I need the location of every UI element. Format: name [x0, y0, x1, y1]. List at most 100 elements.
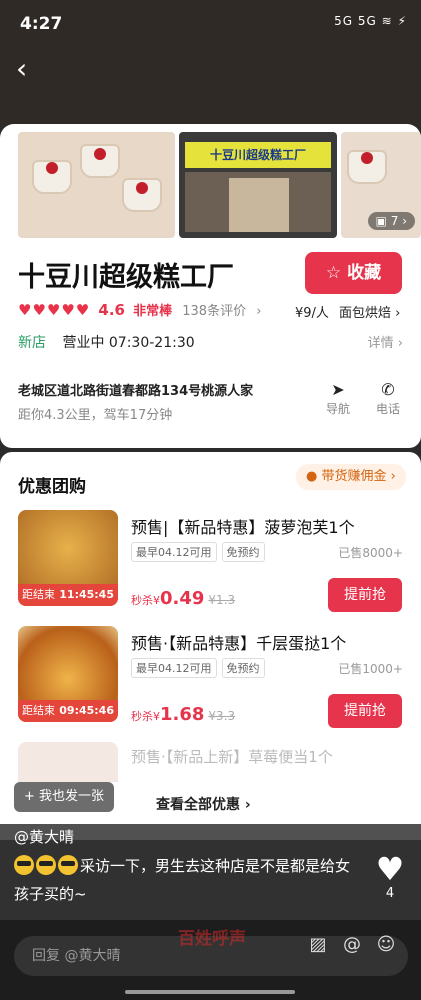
deal-image[interactable]: 距结束 11:45:45 — [18, 510, 118, 606]
image-icon[interactable]: ▨ — [301, 934, 335, 955]
price-prefix: 秒杀¥ — [131, 594, 160, 607]
emoji-icon[interactable]: ☺ — [369, 934, 403, 955]
deal-title[interactable]: 预售|【新品特惠】菠萝泡芙1个 — [131, 514, 355, 538]
store-distance: 距你4.3公里，驾车17分钟 — [18, 408, 173, 423]
deal-tags: 最早04.12可用 免预约 — [131, 542, 270, 562]
store-category[interactable]: 面包烘焙 › — [339, 302, 400, 321]
deals-panel: 优惠团购 ● 带货赚佣金 › 距结束 11:45:45 预售|【新品特惠】菠萝泡… — [0, 452, 421, 840]
post-author[interactable]: @黄大晴 — [14, 826, 74, 847]
rating-score: 4.6 — [98, 301, 125, 319]
deal-price: 秒杀¥1.68 ¥3.3 — [131, 704, 235, 725]
view-all-deals-link[interactable]: 查看全部优惠 › — [156, 794, 251, 814]
navigate-button[interactable]: ➤ 导航 — [318, 380, 358, 417]
countdown-timer: 距结束 11:45:45 — [18, 584, 118, 606]
business-hours: 营业中 07:30-21:30 — [62, 335, 195, 351]
chevron-right-icon: › — [402, 214, 407, 228]
post-photo-button[interactable]: + 我也发一张 — [14, 782, 115, 812]
coin-icon: ● — [306, 469, 318, 484]
original-price: ¥3.3 — [208, 709, 236, 723]
new-store-badge: 新店 — [18, 335, 46, 351]
cake-photo-2[interactable]: ▣ 7 › — [341, 132, 421, 238]
favorite-button[interactable]: ☆ 收藏 — [305, 252, 402, 294]
timer-label: 距结束 — [22, 704, 55, 717]
shop-door — [229, 178, 289, 232]
like-button[interactable]: ♥ 4 — [370, 852, 410, 901]
deal-tag: 最早04.12可用 — [131, 542, 217, 562]
store-address[interactable]: 老城区道北路街道春都路134号桃源人家 — [18, 380, 253, 399]
details-label: 详情 — [367, 336, 394, 351]
deal-price: 秒杀¥0.49 ¥1.3 — [131, 588, 235, 609]
category-label: 面包烘焙 — [339, 306, 392, 321]
rating-word: 非常棒 — [133, 304, 173, 319]
battery-icon: ⚡ — [397, 14, 407, 28]
strawberry — [94, 148, 106, 160]
status-row: 新店 营业中 07:30-21:30 详情 › — [18, 332, 403, 352]
deal-title[interactable]: 预售·【新品特惠】千层蛋挞1个 — [131, 630, 346, 654]
timer-label: 距结束 — [22, 588, 55, 601]
sold-count: 已售8000+ — [338, 546, 403, 560]
details-link[interactable]: 详情 › — [368, 332, 403, 351]
commission-button[interactable]: ● 带货赚佣金 › — [296, 464, 406, 490]
price-prefix: 秒杀¥ — [131, 710, 160, 723]
chevron-right-icon: › — [256, 304, 262, 319]
deal-item[interactable]: 距结束 11:45:45 预售|【新品特惠】菠萝泡芙1个 最早04.12可用 免预… — [0, 510, 421, 620]
signal-battery-icons: 5G 5G ≋ ⚡ — [334, 14, 407, 28]
cake-photo-1[interactable] — [18, 132, 175, 238]
strawberry — [136, 182, 148, 194]
call-button[interactable]: ✆ 电话 — [368, 380, 408, 417]
deal-image — [18, 742, 118, 782]
deal-title[interactable]: 预售·【新品上新】草莓便当1个 — [131, 746, 333, 767]
deal-item-faded[interactable]: 预售·【新品上新】草莓便当1个 — [0, 742, 421, 782]
navigation-arrow-icon: ➤ — [331, 380, 345, 399]
storefront-photo[interactable]: 十豆川超级糕工厂 — [179, 132, 337, 238]
deal-image[interactable]: 距结束 09:45:46 — [18, 626, 118, 722]
timer-value: 11:45:45 — [59, 588, 114, 601]
shop-sign: 十豆川超级糕工厂 — [185, 142, 331, 168]
back-arrow-icon[interactable]: ‹ — [16, 55, 42, 83]
deal-tags: 最早04.12可用 免预约 — [131, 658, 270, 678]
status-time: 4:27 — [20, 14, 63, 34]
sold-count: 已售1000+ — [338, 662, 403, 676]
rating-hearts-icon: ♥♥♥♥♥ — [18, 301, 91, 319]
deal-tag: 最早04.12可用 — [131, 658, 217, 678]
photo-count-badge[interactable]: ▣ 7 › — [367, 212, 415, 230]
status-bar: 4:27 5G 5G ≋ ⚡ — [0, 0, 421, 44]
deal-tag: 免预约 — [221, 542, 265, 562]
rating-row[interactable]: ♥♥♥♥♥ 4.6 非常棒 138条评价 › ¥9/人 面包烘焙 › — [18, 300, 403, 322]
phone-icon: ✆ — [381, 380, 395, 399]
like-count: 4 — [385, 886, 395, 901]
sunglasses-emoji-icon — [58, 855, 78, 875]
reply-icons: ▨ @ ☺ — [301, 934, 403, 955]
photo-carousel[interactable]: 十豆川超级糕工厂 ▣ 7 › — [18, 132, 421, 238]
grab-early-button[interactable]: 提前抢 — [328, 694, 402, 728]
photo-count: 7 — [390, 214, 399, 228]
deals-title: 优惠团购 — [18, 477, 86, 497]
strawberry — [46, 162, 58, 174]
strawberry — [361, 152, 373, 164]
navigate-label: 导航 — [325, 402, 350, 416]
review-count[interactable]: 138条评价 — [182, 304, 246, 319]
image-icon: ▣ — [375, 214, 387, 228]
price-value: 1.68 — [160, 704, 205, 725]
commission-label: 带货赚佣金 — [321, 469, 387, 484]
store-name: 十豆川超级糕工厂 — [18, 262, 234, 293]
sunglasses-emoji-icon — [14, 855, 34, 875]
price-value: 0.49 — [160, 588, 205, 609]
post-overlay: @黄大晴 采访一下，男生去这种店是不是都是给女孩子买的~ ♥ 4 — [0, 824, 421, 920]
page-header: ‹ — [0, 44, 421, 124]
store-info-panel: 十豆川超级糕工厂 ▣ 7 › 十豆川超级糕工厂 ☆ 收藏 ♥♥♥♥♥ 4.6 非… — [0, 124, 421, 448]
wifi-icon: ≋ — [381, 14, 393, 28]
signal-indicators: 5G 5G — [334, 14, 377, 28]
timer-value: 09:45:46 — [59, 704, 114, 717]
home-indicator[interactable] — [125, 990, 295, 994]
sunglasses-emoji-icon — [36, 855, 56, 875]
grab-early-button[interactable]: 提前抢 — [328, 578, 402, 612]
post-caption: 采访一下，男生去这种店是不是都是给女孩子买的~ — [14, 852, 354, 908]
deal-item[interactable]: 距结束 09:45:46 预售·【新品特惠】千层蛋挞1个 最早04.12可用 免预… — [0, 626, 421, 736]
watermark: 百姓呼声 — [178, 929, 246, 949]
heart-icon: ♥ — [375, 850, 405, 888]
price-per-person: ¥9/人 — [295, 306, 329, 321]
favorite-label: 收藏 — [347, 263, 382, 283]
mention-icon[interactable]: @ — [335, 934, 369, 955]
deal-tag: 免预约 — [221, 658, 265, 678]
